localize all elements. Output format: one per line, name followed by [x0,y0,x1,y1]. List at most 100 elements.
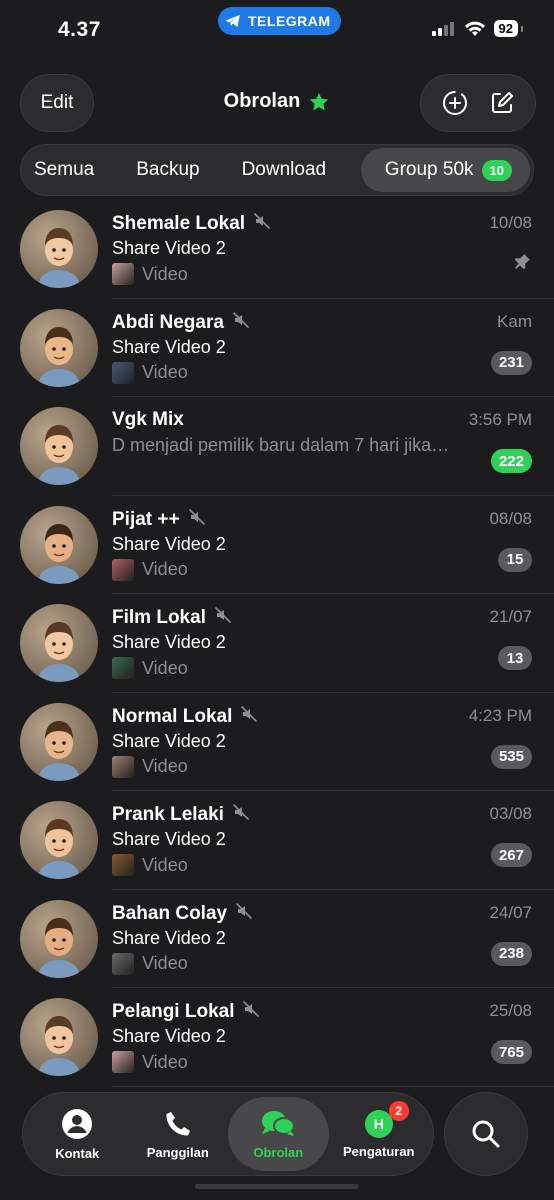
telegram-icon [225,15,240,27]
status-bar: 4.37 TELEGRAM 92 [0,0,554,60]
compose-icon [491,92,513,113]
tab-pengaturan-label: Pengaturan [342,1143,415,1159]
profile-avatar: H 2 [364,1100,409,1138]
muted-icon [240,705,258,729]
new-story-button[interactable] [437,85,473,121]
folder-tabs: Semua Backup Download Group 50k 10 [20,144,534,196]
chat-row[interactable]: Normal Lokal 4:23 PM Share Video 2 Video 535 [0,693,554,791]
tab-obrolan-label: Obrolan [253,1144,304,1160]
pin-icon [512,252,532,277]
chat-avatar[interactable] [20,210,98,288]
muted-icon [253,212,271,236]
chat-row[interactable]: Abdi Negara Kam Share Video 2 Video 231 [0,299,554,397]
chat-avatar[interactable] [20,702,98,781]
chat-name: Film Lokal [112,606,232,630]
chat-name-text: Shemale Lokal [112,213,246,234]
chat-avatar[interactable] [20,505,98,584]
unread-badge: 222 [490,449,532,473]
chat-row[interactable]: Bahan Colay 24/07 Share Video 2 Video 238 [0,890,554,988]
chat-time: 4:23 PM [468,705,532,725]
chat-time: 08/08 [489,508,532,528]
navbar: Edit Obrolan [0,74,554,132]
chat-name-text: Normal Lokal [112,705,233,727]
muted-icon [232,803,250,827]
video-thumbnail [112,854,134,876]
page-title-text: Obrolan [223,90,301,112]
chat-preview: D menjadi pemilik baru dalam 7 hari jika… [112,435,450,455]
unread-badge: 231 [490,350,532,375]
tab-panggilan[interactable]: Panggilan [128,1097,229,1171]
chat-avatar[interactable] [20,604,98,682]
chat-time: 10/08 [489,213,532,232]
video-thumbnail [112,558,134,581]
chat-name: Abdi Negara [112,311,250,335]
tab-unread-count: 10 [481,159,512,181]
chat-preview: Share Video 2 [112,336,226,357]
chat-avatar[interactable] [20,899,98,978]
chat-row[interactable]: Prank Lelaki 03/08 Share Video 2 Video 267 [0,791,554,890]
chat-time: 21/07 [489,607,532,626]
chat-preview: Share Video 2 [112,238,226,258]
chat-name: Pijat ++ [112,508,206,532]
chat-row[interactable]: Shemale Lokal 10/08 Share Video 2 Video [0,200,554,299]
search-icon [472,1120,500,1148]
tab-kontak[interactable]: Kontak [27,1097,128,1171]
telegram-pill[interactable]: TELEGRAM [218,7,341,35]
unread-badge: 15 [498,547,532,572]
star-icon[interactable] [308,91,330,113]
chat-avatar[interactable] [20,407,98,485]
chat-row[interactable]: Pelangi Lokal 25/08 Share Video 2 Video 765 [0,988,554,1087]
tab-kontak-label: Kontak [55,1145,100,1161]
person-icon [62,1108,93,1139]
status-time: 4.37 [58,18,101,41]
chat-preview: Share Video 2 [112,829,226,849]
chat-name: Normal Lokal [112,705,258,729]
chat-preview: Share Video 2 [112,927,226,948]
chat-time: 3:56 PM [468,410,532,429]
chat-list: Shemale Lokal 10/08 Share Video 2 Video Abd… [0,200,554,1087]
chat-avatar[interactable] [20,308,98,387]
chat-name: Vgk Mix [112,409,184,431]
chat-media-label: Video [142,953,188,973]
chat-media-line: Video [112,854,188,876]
muted-icon [235,902,253,926]
search-button[interactable] [444,1092,528,1176]
chat-row[interactable]: Film Lokal 21/07 Share Video 2 Video 13 [0,594,554,693]
chat-name: Bahan Colay [112,902,253,926]
profile-avatar-letter: H [373,1115,384,1132]
tab-backup[interactable]: Backup [106,148,211,192]
video-thumbnail [112,1051,134,1073]
status-indicators: 92 [431,20,524,37]
compose-button[interactable] [484,85,520,121]
chat-name-text: Pijat ++ [112,508,180,530]
muted-icon [242,1000,260,1024]
chat-row[interactable]: Pijat ++ 08/08 Share Video 2 Video 15 [0,496,554,594]
tab-panggilan-label: Panggilan [146,1144,209,1160]
chat-preview: Share Video 2 [112,632,226,652]
tab-obrolan[interactable]: Obrolan [228,1097,329,1171]
chat-media-label: Video [142,854,188,875]
tab-group-50k[interactable]: Group 50k 10 [360,148,530,192]
wifi-icon [464,21,485,36]
chat-media-line: Video [112,558,188,581]
unread-badge: 535 [490,744,532,769]
tab-semua[interactable]: Semua [24,148,106,192]
chat-media-label: Video [142,362,188,382]
bottom-tab-bar: Kontak Panggilan Obrolan H 2 Pengaturan [22,1092,434,1176]
chat-name-text: Film Lokal [112,607,206,628]
chat-media-label: Video [142,263,188,284]
chat-row[interactable]: Vgk Mix 3:56 PM D menjadi pemilik baru dal… [0,397,554,496]
chat-time: 24/07 [489,902,532,922]
chat-media-line: Video [112,263,188,285]
chat-avatar[interactable] [20,801,98,879]
chat-media-label: Video [142,756,188,776]
nav-actions [420,74,536,132]
telegram-pill-label: TELEGRAM [248,13,331,29]
chat-avatar[interactable] [20,998,98,1076]
chat-media-line: Video [112,1051,188,1073]
tab-download[interactable]: Download [212,148,339,192]
muted-icon [232,311,250,335]
battery-indicator: 92 [493,20,524,37]
video-thumbnail [112,361,134,384]
tab-pengaturan[interactable]: H 2 Pengaturan [329,1097,430,1171]
